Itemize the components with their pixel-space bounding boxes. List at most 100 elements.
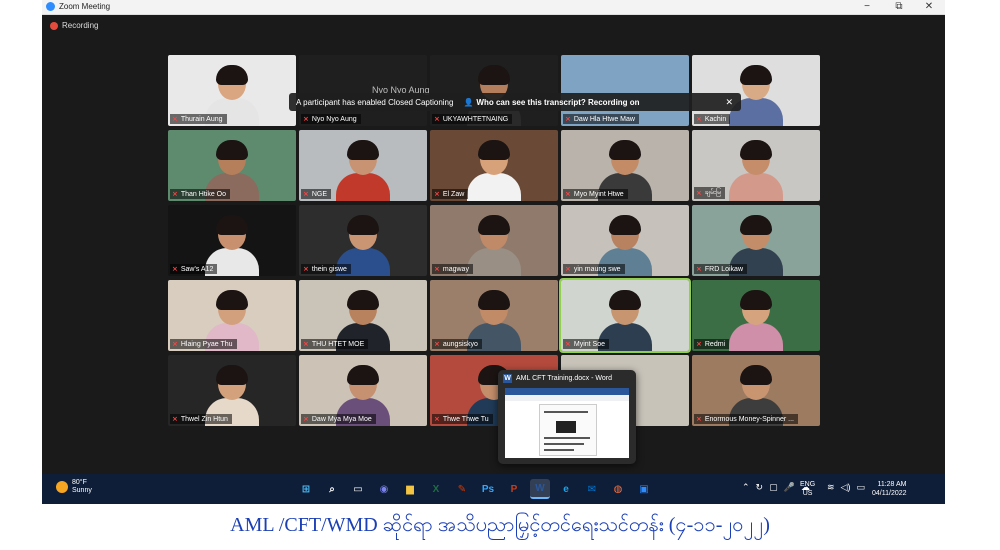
participant-tile[interactable]: ⨯ Thwel Zin Htun — [168, 355, 296, 426]
participant-tile[interactable]: ⨯ Daw Mya Mya Moe — [299, 355, 427, 426]
language-bottom: US — [802, 490, 813, 497]
taskbar-app-icon[interactable]: ◍ — [608, 479, 628, 499]
taskbar-app-icon[interactable]: ⌕ — [322, 479, 342, 499]
taskbar-app-icon[interactable]: Ps — [478, 479, 498, 499]
transcript-link-label: Who can see this transcript? Recording o… — [476, 97, 640, 107]
battery-icon[interactable]: ▭ — [856, 482, 865, 493]
participant-tile[interactable]: ⨯ Kachin — [692, 55, 820, 126]
participant-tile[interactable]: ⨯ THU HTET MOE — [299, 280, 427, 351]
taskbar-app-icon[interactable]: P — [504, 479, 524, 499]
participant-name-label: ⨯ Myo Myint Htwe — [563, 189, 628, 199]
participant-name-label: ⨯ Thwel Zin Htun — [170, 414, 232, 424]
sun-icon — [56, 481, 68, 493]
participant-tile[interactable]: ⨯ Thurain Aung — [168, 55, 296, 126]
taskbar-app-icon[interactable]: X — [426, 479, 446, 499]
recording-indicator[interactable]: Recording — [50, 21, 98, 30]
participant-name: Enormous Money-Spinner ... — [704, 415, 794, 423]
language-indicator[interactable]: ENG US — [800, 480, 815, 498]
participant-tile[interactable]: ⨯ ချမ်းမြ — [692, 130, 820, 201]
participant-gallery: ⨯ Thurain Aung ⨯ Nyo Nyo Aung ⨯ UKYAWHTETNAIN… — [168, 55, 824, 429]
participant-tile[interactable]: ⨯ aungsiskyo — [430, 280, 558, 351]
participant-name: magway — [442, 265, 469, 273]
muted-mic-icon: ⨯ — [303, 116, 309, 123]
participant-name-label: ⨯ Daw Mya Mya Moe — [301, 414, 376, 424]
preview-header: W AML CFT Training.docx - Word — [503, 374, 612, 383]
participant-tile[interactable]: ⨯ Redmi — [692, 280, 820, 351]
participant-tile[interactable]: ⨯ thein giswe — [299, 205, 427, 276]
weather-temp: 80°F — [72, 479, 87, 486]
participant-tile[interactable]: ⨯ Saw's A12 — [168, 205, 296, 276]
participant-name-label: ⨯ Myint Soe — [563, 339, 609, 349]
word-window-preview[interactable]: W AML CFT Training.docx - Word — [498, 370, 636, 464]
participant-name-label: ⨯ Daw Hla Htwe Maw — [563, 114, 639, 124]
thumb-ribbon — [505, 395, 629, 401]
participant-video — [336, 140, 390, 201]
weather-text: 80°F Sunny — [72, 479, 92, 495]
taskbar-app-icon[interactable]: W — [530, 479, 550, 499]
network-sound-tray: ≋ ◁) ▭ — [827, 482, 865, 493]
muted-mic-icon: ⨯ — [172, 341, 178, 348]
microphone-icon[interactable]: 🎤 — [784, 482, 795, 493]
thumb-page — [539, 404, 597, 456]
participant-name-label: ⨯ Thurain Aung — [170, 114, 227, 124]
windows-taskbar: 80°F Sunny ⊞ ⌕ ▭ ◉ ▆ X ✎ Ps P We ✉ ◍ ▣ ⌃ ↻ ▢ 🎤 ☁ ENG… — [42, 474, 945, 504]
window-title: Zoom Meeting — [59, 2, 111, 11]
document-thumbnail[interactable] — [505, 388, 629, 458]
taskbar-app-icon[interactable]: ▭ — [348, 479, 368, 499]
participant-name-label: ⨯ El Zaw — [432, 189, 469, 199]
taskbar-app-icon[interactable]: ▣ — [634, 479, 654, 499]
participant-name-label: ⨯ Redmi — [694, 339, 730, 349]
preview-title: AML CFT Training.docx - Word — [516, 375, 612, 382]
participant-tile[interactable]: ⨯ Enormous Money-Spinner ... — [692, 355, 820, 426]
participant-tile[interactable]: ⨯ Myo Myint Htwe — [561, 130, 689, 201]
participant-name: Thurain Aung — [180, 115, 223, 123]
taskbar-app-icon[interactable]: e — [556, 479, 576, 499]
participant-tile[interactable]: ⨯ yin maung swe — [561, 205, 689, 276]
participant-tile[interactable]: ⨯ Daw Hla Htwe Maw — [561, 55, 689, 126]
participant-name-label: ⨯ aungsiskyo — [432, 339, 482, 349]
participant-tile[interactable]: ⨯ UKYAWHTETNAING — [430, 55, 558, 126]
thumb-text-line — [544, 437, 590, 439]
maximize-button[interactable]: ⧉ — [884, 0, 914, 14]
weather-widget[interactable]: 80°F Sunny — [56, 479, 92, 495]
participant-tile[interactable]: ⨯ FRD Loikaw — [692, 205, 820, 276]
closed-caption-banner: A participant has enabled Closed Caption… — [289, 93, 741, 111]
clock[interactable]: 11:28 AM 04/11/2022 — [872, 480, 907, 498]
participant-tile[interactable]: ⨯ Than Htike Oo — [168, 130, 296, 201]
thumb-text-line — [544, 449, 574, 451]
taskbar-app-icon[interactable]: ⊞ — [296, 479, 316, 499]
taskbar-app-icon[interactable]: ✉ — [582, 479, 602, 499]
zoom-meeting-area: Recording ⨯ Thurain Aung ⨯ Nyo Nyo Aung ⨯ UKY… — [42, 15, 945, 474]
screen-icon[interactable]: ▢ — [769, 482, 778, 493]
participant-name-label: ⨯ FRD Loikaw — [694, 264, 747, 274]
participant-name: ချမ်းမြ — [704, 189, 721, 196]
muted-mic-icon: ⨯ — [434, 416, 440, 423]
volume-icon[interactable]: ◁) — [841, 482, 851, 493]
muted-mic-icon: ⨯ — [696, 266, 702, 273]
transcript-link[interactable]: 👤 Who can see this transcript? Recording… — [463, 98, 639, 107]
sync-icon[interactable]: ↻ — [756, 482, 764, 493]
wifi-icon[interactable]: ≋ — [827, 482, 835, 493]
taskbar-app-icon[interactable]: ✎ — [452, 479, 472, 499]
participant-name: Kachin — [704, 115, 727, 123]
participant-tile[interactable]: ⨯ NGE — [299, 130, 427, 201]
participant-name: Thwel Zin Htun — [180, 415, 228, 423]
participant-tile[interactable]: ⨯ Myint Soe — [559, 278, 691, 353]
muted-mic-icon: ⨯ — [172, 266, 178, 273]
participant-name: yin maung swe — [573, 265, 621, 273]
close-banner-icon[interactable]: ✕ — [725, 97, 733, 108]
muted-mic-icon: ⨯ — [696, 416, 702, 423]
participant-name: THU HTET MOE — [311, 340, 365, 348]
taskbar-app-icon[interactable]: ▆ — [400, 479, 420, 499]
close-button[interactable]: ✕ — [914, 0, 944, 14]
participant-name-label: ⨯ magway — [432, 264, 473, 274]
minimize-button[interactable]: − — [852, 0, 882, 14]
tray-overflow-icon[interactable]: ⌃ — [742, 482, 750, 493]
participant-tile[interactable]: ⨯ magway — [430, 205, 558, 276]
participant-name-label: ⨯ UKYAWHTETNAING — [432, 114, 513, 124]
participant-tile[interactable]: ⨯ El Zaw — [430, 130, 558, 201]
participant-name: Myo Myint Htwe — [573, 190, 624, 198]
participant-name-label: ⨯ ချမ်းမြ — [694, 187, 725, 199]
taskbar-app-icon[interactable]: ◉ — [374, 479, 394, 499]
participant-tile[interactable]: ⨯ Hlaing Pyae Thu — [168, 280, 296, 351]
